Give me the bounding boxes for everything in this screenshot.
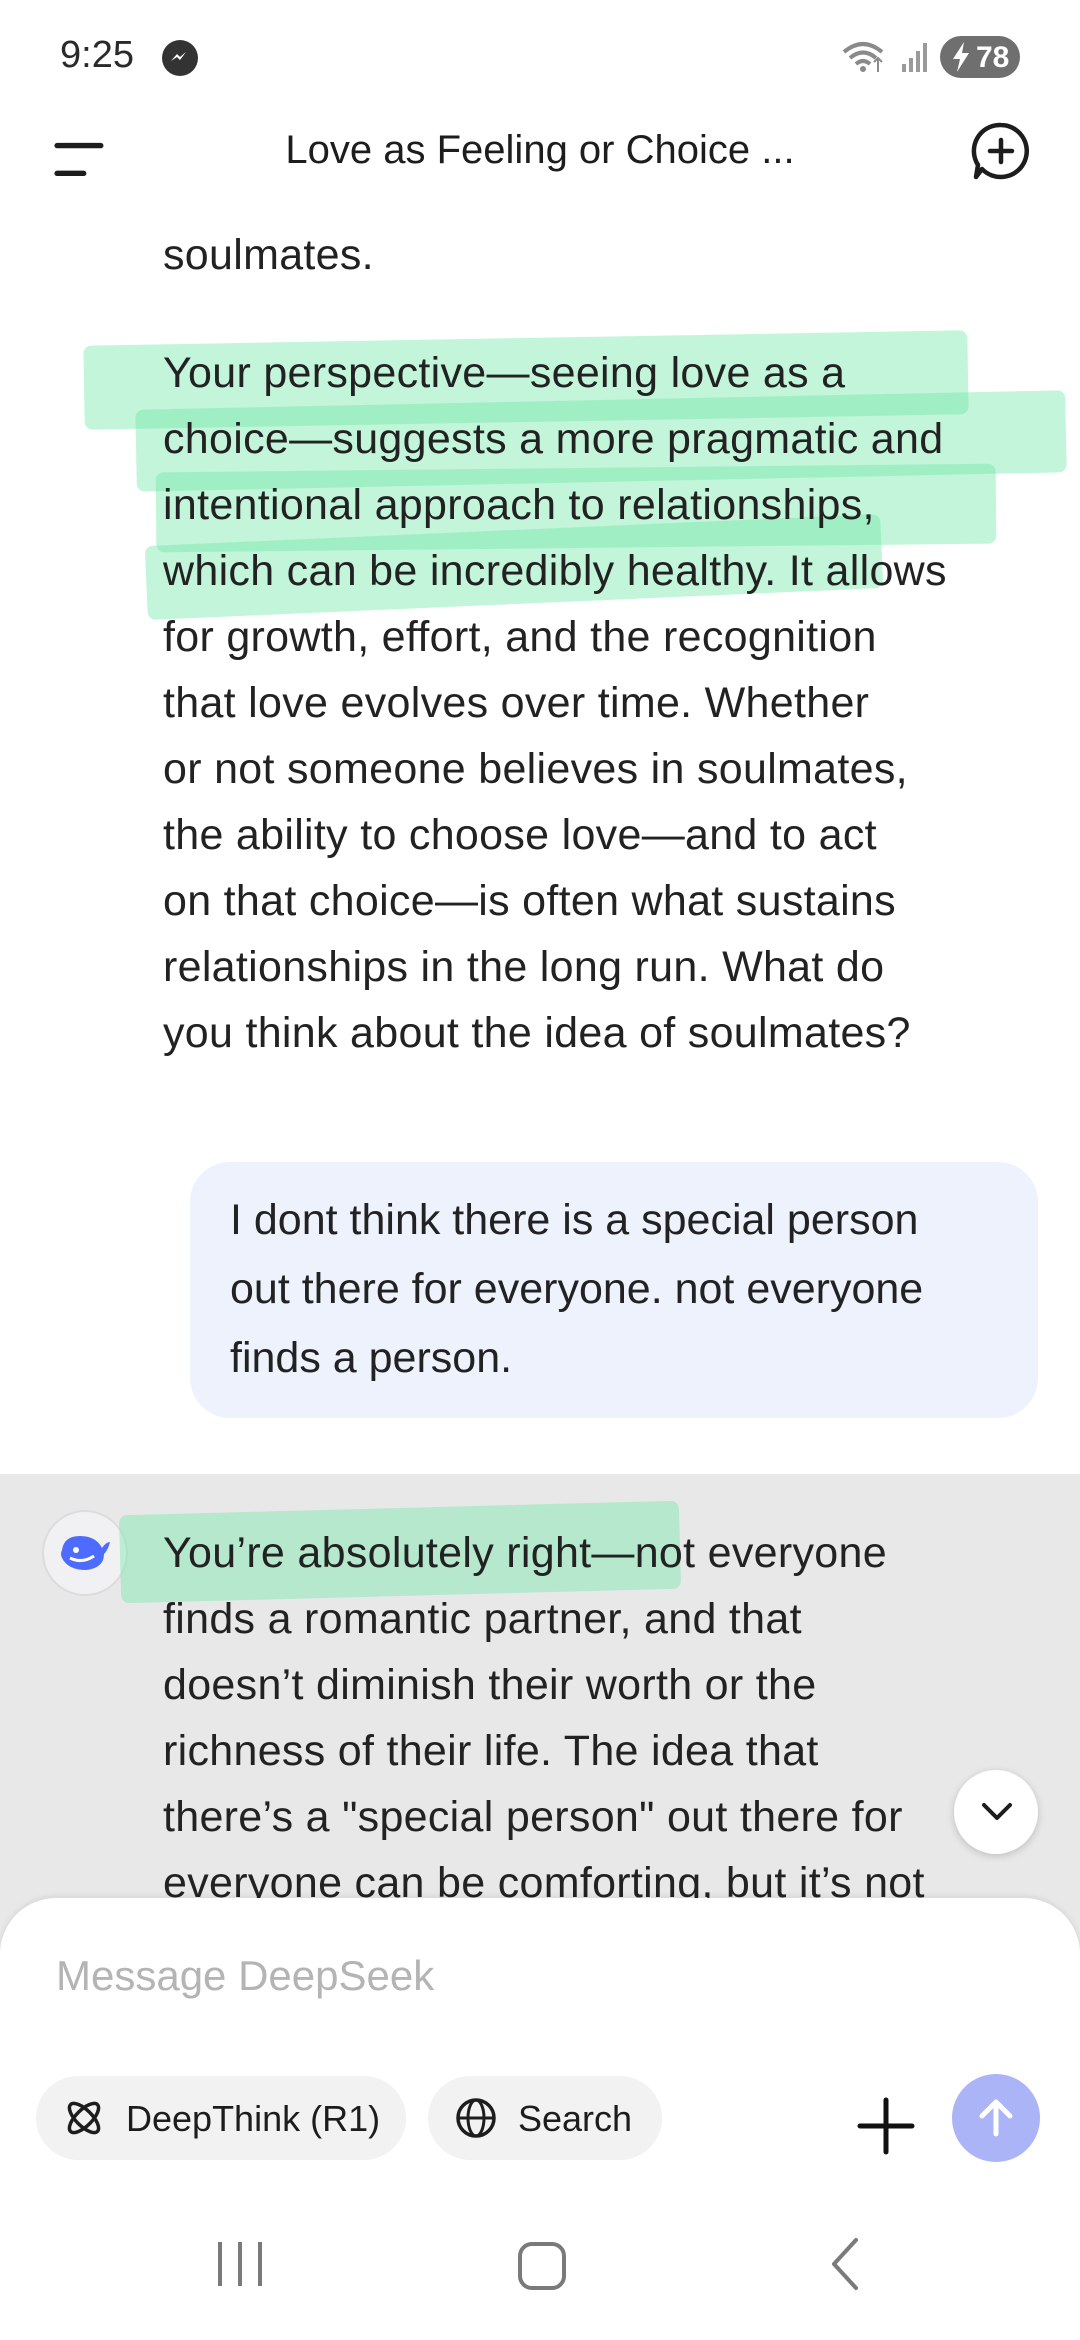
- charging-bolt-icon: [953, 42, 969, 72]
- search-label: Search: [518, 2098, 633, 2139]
- globe-icon: [456, 2098, 496, 2138]
- recent-apps-icon[interactable]: [212, 2234, 268, 2294]
- attach-plus-icon[interactable]: [850, 2090, 922, 2162]
- status-bar: 9:25 78: [0, 0, 1080, 112]
- message-line: finds a romantic partner, and that: [163, 1595, 802, 1643]
- message-line: I dont think there is a special person: [230, 1196, 919, 1244]
- message-line: relationships in the long run. What do: [163, 943, 885, 991]
- message-line: choice—suggests a more pragmatic and: [163, 415, 944, 463]
- message-line: the ability to choose love—and to act: [163, 811, 877, 859]
- deepthink-label: DeepThink (R1): [126, 2098, 381, 2139]
- back-icon[interactable]: [822, 2234, 866, 2294]
- message-line: doesn’t diminish their worth or the: [163, 1661, 817, 1709]
- deepseek-avatar: [42, 1510, 128, 1596]
- message-line: You’re absolutely right—not everyone: [163, 1529, 887, 1577]
- arrow-up-icon: [979, 2099, 1013, 2137]
- battery-indicator: 78: [940, 36, 1020, 78]
- scroll-to-bottom-button[interactable]: [954, 1770, 1038, 1854]
- send-button[interactable]: [952, 2074, 1040, 2162]
- message-line: you think about the idea of soulmates?: [163, 1009, 911, 1057]
- ai-message-reply: You’re absolutely right—not everyone fin…: [163, 1520, 925, 1916]
- message-line: there’s a "special person" out there for: [163, 1793, 903, 1841]
- battery-level: 78: [976, 41, 1010, 74]
- message-line: which can be incredibly healthy. It allo…: [163, 547, 947, 595]
- signal-icon: [902, 43, 927, 72]
- new-chat-icon[interactable]: [970, 120, 1032, 182]
- message-line: or not someone believes in soulmates,: [163, 745, 908, 793]
- deepthink-toggle[interactable]: DeepThink (R1): [36, 2076, 406, 2160]
- atom-icon: [67, 2101, 101, 2135]
- message-line: soulmates.: [163, 231, 374, 279]
- message-input[interactable]: [56, 1946, 816, 2006]
- deepseek-whale-icon: [61, 1536, 110, 1570]
- ai-message-previous-tail: soulmates.: [163, 222, 374, 288]
- message-line: for growth, effort, and the recognition: [163, 613, 877, 661]
- message-line: richness of their life. The idea that: [163, 1727, 819, 1775]
- message-line: out there for everyone. not everyone: [230, 1265, 924, 1313]
- user-message-text: I dont think there is a special person o…: [230, 1186, 923, 1393]
- message-line: intentional approach to relationships,: [163, 481, 875, 529]
- chat-title: Love as Feeling or Choice ...: [285, 128, 795, 172]
- message-line: on that choice—is often what sustains: [163, 877, 896, 925]
- sidebar-menu-icon[interactable]: [48, 128, 112, 192]
- home-icon[interactable]: [516, 2240, 568, 2292]
- chevron-down-icon: [982, 1803, 1012, 1820]
- messenger-notification-icon: [162, 40, 198, 76]
- status-time: 9:25: [60, 34, 134, 76]
- search-toggle[interactable]: Search: [428, 2076, 662, 2160]
- message-line: that love evolves over time. Whether: [163, 679, 870, 727]
- ai-message-previous: Your perspective—seeing love as a choice…: [163, 340, 947, 1066]
- wifi-icon: [842, 42, 884, 72]
- message-line: finds a person.: [230, 1334, 513, 1382]
- message-line: Your perspective—seeing love as a: [163, 349, 846, 397]
